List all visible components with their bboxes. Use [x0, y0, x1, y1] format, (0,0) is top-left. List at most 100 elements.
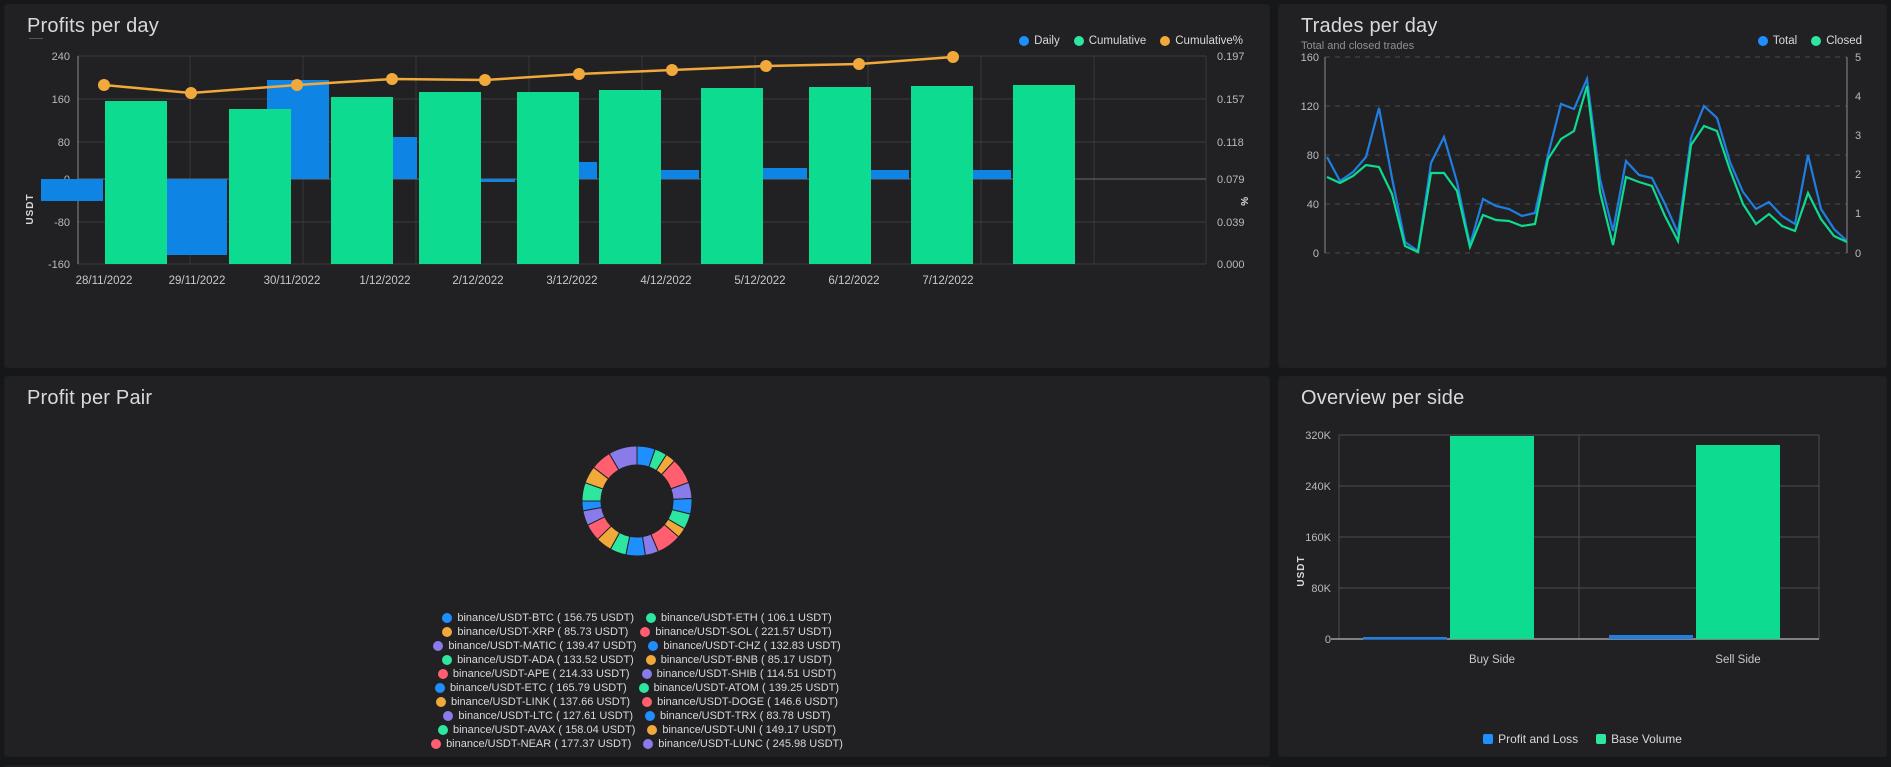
legend-item-pair[interactable]: binance/USDT-LUNC ( 245.98 USDT) [643, 738, 843, 750]
pair-swatch-icon [642, 697, 652, 707]
bar-sell-volume [1696, 445, 1780, 639]
chart-overview-per-side: USDT 320K 240K 160K 80K 0 Buy Side [1279, 421, 1887, 711]
legend-item-pair[interactable]: binance/USDT-DOGE ( 146.6 USDT) [642, 696, 838, 708]
x-axis-labels-profits: 28/11/2022 29/11/2022 30/11/2022 1/12/20… [76, 275, 974, 287]
svg-text:0: 0 [1313, 248, 1319, 260]
legend-swatch-icon [1483, 734, 1493, 744]
legend-item-pnl[interactable]: Profit and Loss [1483, 732, 1578, 746]
svg-text:240: 240 [52, 51, 70, 63]
svg-text:320K: 320K [1305, 430, 1331, 442]
svg-text:0.000: 0.000 [1217, 259, 1245, 271]
pair-swatch-icon [646, 613, 656, 623]
donut-profit-per-pair [537, 421, 737, 581]
svg-text:6/12/2022: 6/12/2022 [828, 275, 879, 287]
legend-swatch-icon [1596, 734, 1606, 744]
legend-item-pair[interactable]: binance/USDT-ADA ( 133.52 USDT) [442, 654, 634, 666]
svg-text:80: 80 [1307, 150, 1319, 162]
pair-swatch-icon [435, 683, 445, 693]
line-total [1327, 79, 1847, 251]
legend-row: binance/USDT-MATIC ( 139.47 USDT) binanc… [433, 640, 840, 652]
x-label-buy-side: Buy Side [1469, 654, 1515, 666]
panel-profits-per-day: Profits per day Daily Cumulative Cumulat… [4, 4, 1270, 368]
pair-label: binance/USDT-DOGE ( 146.6 USDT) [657, 696, 838, 708]
legend-item-pair[interactable]: binance/USDT-BTC ( 156.75 USDT) [442, 612, 634, 624]
pair-label: binance/USDT-LTC ( 127.61 USDT) [458, 710, 633, 722]
pair-label: binance/USDT-ETH ( 106.1 USDT) [661, 612, 832, 624]
svg-text:-80: -80 [54, 217, 70, 229]
legend-item-daily[interactable]: Daily [1019, 35, 1060, 47]
legend-item-pair[interactable]: binance/USDT-XRP ( 85.73 USDT) [442, 626, 628, 638]
svg-text:4/12/2022: 4/12/2022 [640, 275, 691, 287]
legend-item-pair[interactable]: binance/USDT-LTC ( 127.61 USDT) [443, 710, 633, 722]
svg-text:80K: 80K [1311, 583, 1331, 595]
legend-label: Cumulative [1089, 35, 1147, 47]
legend-row: binance/USDT-XRP ( 85.73 USDT) binance/U… [442, 626, 831, 638]
legend-item-pair[interactable]: binance/USDT-SHIB ( 114.51 USDT) [642, 668, 837, 680]
legend-row: binance/USDT-LTC ( 127.61 USDT) binance/… [443, 710, 830, 722]
legend-item-pair[interactable]: binance/USDT-MATIC ( 139.47 USDT) [433, 640, 636, 652]
legend-item-pair[interactable]: binance/USDT-LINK ( 137.66 USDT) [436, 696, 630, 708]
legend-item-pair[interactable]: binance/USDT-TRX ( 83.78 USDT) [645, 710, 831, 722]
legend-item-pair[interactable]: binance/USDT-ATOM ( 139.25 USDT) [639, 682, 839, 694]
svg-text:240K: 240K [1305, 481, 1331, 493]
pair-label: binance/USDT-CHZ ( 132.83 USDT) [663, 640, 840, 652]
panel-overview-per-side: Overview per side USDT 320K 240K 160K 80… [1278, 376, 1887, 757]
legend-item-pair[interactable]: binance/USDT-ETC ( 165.79 USDT) [435, 682, 627, 694]
legend-item-cumulative-pct[interactable]: Cumulative% [1160, 35, 1243, 47]
panel-trades-per-day: Trades per day Total and closed trades T… [1278, 4, 1887, 368]
chart-trades-per-day: 160 120 80 40 0 5 4 3 2 1 0 [1279, 45, 1887, 325]
pair-label: binance/USDT-ETC ( 165.79 USDT) [450, 682, 627, 694]
legend-item-pair[interactable]: binance/USDT-NEAR ( 177.37 USDT) [431, 738, 631, 750]
svg-text:7/12/2022: 7/12/2022 [922, 275, 973, 287]
legend-item-pair[interactable]: binance/USDT-UNI ( 149.17 USDT) [647, 724, 836, 736]
pair-label: binance/USDT-TRX ( 83.78 USDT) [660, 710, 831, 722]
pair-swatch-icon [442, 627, 452, 637]
title-underline [29, 38, 43, 39]
svg-text:0: 0 [1325, 634, 1331, 646]
pair-label: binance/USDT-UNI ( 149.17 USDT) [662, 724, 836, 736]
pair-swatch-icon [433, 641, 443, 651]
pair-swatch-icon [438, 669, 448, 679]
pair-swatch-icon [646, 655, 656, 665]
legend-label: Cumulative% [1175, 35, 1243, 47]
pair-label: binance/USDT-MATIC ( 139.47 USDT) [448, 640, 636, 652]
chart-profits-per-day: USDT % [5, 49, 1270, 368]
svg-text:USDT: USDT [25, 193, 36, 224]
svg-text:30/11/2022: 30/11/2022 [264, 275, 321, 287]
svg-text:-160: -160 [48, 259, 70, 271]
pair-swatch-icon [436, 697, 446, 707]
legend-item-pair[interactable]: binance/USDT-SOL ( 221.57 USDT) [640, 626, 831, 638]
panel-title-profit-pair: Profit per Pair [5, 377, 1269, 410]
svg-text:1: 1 [1855, 208, 1861, 220]
svg-text:28/11/2022: 28/11/2022 [76, 275, 133, 287]
svg-text:120: 120 [1301, 101, 1319, 113]
legend-item-pair[interactable]: binance/USDT-AVAX ( 158.04 USDT) [438, 724, 635, 736]
panel-title-trades: Trades per day [1279, 5, 1886, 38]
pair-swatch-icon [639, 683, 649, 693]
legend-row: binance/USDT-LINK ( 137.66 USDT) binance… [436, 696, 838, 708]
pair-label: binance/USDT-NEAR ( 177.37 USDT) [446, 738, 631, 750]
legend-profit-per-pair: binance/USDT-BTC ( 156.75 USDT) binance/… [5, 612, 1269, 750]
svg-text:40: 40 [1307, 199, 1319, 211]
pair-label: binance/USDT-SHIB ( 114.51 USDT) [657, 668, 837, 680]
pair-label: binance/USDT-LINK ( 137.66 USDT) [451, 696, 630, 708]
pair-swatch-icon [648, 641, 658, 651]
pair-label: binance/USDT-ADA ( 133.52 USDT) [457, 654, 634, 666]
legend-swatch-icon [1160, 36, 1170, 46]
legend-item-pair[interactable]: binance/USDT-ETH ( 106.1 USDT) [646, 612, 832, 624]
pair-label: binance/USDT-SOL ( 221.57 USDT) [655, 626, 831, 638]
legend-item-cumulative[interactable]: Cumulative [1074, 35, 1147, 47]
legend-item-pair[interactable]: binance/USDT-BNB ( 85.17 USDT) [646, 654, 832, 666]
panel-title-profits: Profits per day [5, 5, 1269, 38]
svg-text:USDT: USDT [1296, 555, 1307, 586]
svg-text:0.118: 0.118 [1217, 137, 1244, 149]
legend-label: Base Volume [1611, 732, 1682, 746]
legend-row: binance/USDT-NEAR ( 177.37 USDT) binance… [431, 738, 843, 750]
legend-item-pair[interactable]: binance/USDT-APE ( 214.33 USDT) [438, 668, 630, 680]
legend-item-pair[interactable]: binance/USDT-CHZ ( 132.83 USDT) [648, 640, 840, 652]
svg-text:2: 2 [1855, 169, 1861, 181]
legend-profits: Daily Cumulative Cumulative% [1019, 35, 1243, 47]
legend-item-base-volume[interactable]: Base Volume [1596, 732, 1682, 746]
legend-swatch-icon [1019, 36, 1029, 46]
legend-label: Profit and Loss [1498, 732, 1578, 746]
